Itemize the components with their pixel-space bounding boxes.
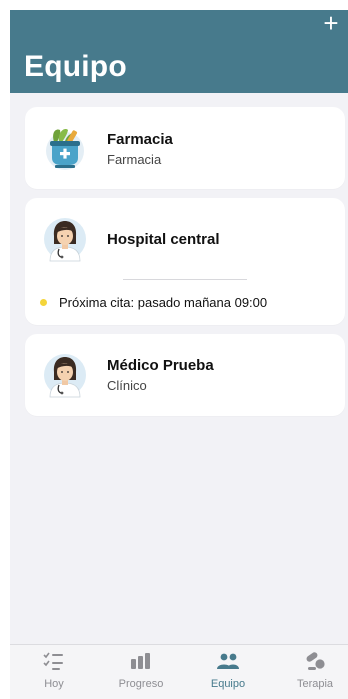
next-appointment: Próxima cita: pasado mañana 09:00 xyxy=(59,295,268,310)
tab-label: Equipo xyxy=(210,678,246,690)
add-button[interactable]: + xyxy=(320,10,342,36)
tab-label: Hoy xyxy=(44,678,64,690)
team-icon xyxy=(217,653,239,669)
card-name: Médico Prueba xyxy=(107,357,214,374)
team-card-medico-prueba[interactable]: Médico Prueba Clínico xyxy=(25,334,345,416)
card-subtitle: Farmacia xyxy=(107,152,162,167)
pharmacy-icon xyxy=(46,129,84,170)
tab-bar: Hoy Progreso Equipo Terapia xyxy=(10,644,348,699)
tab-equipo[interactable]: Equipo xyxy=(186,645,270,699)
doctor-avatar xyxy=(44,218,86,262)
team-card-hospital-central[interactable]: Hospital central Próxima cita: pasado ma… xyxy=(25,198,345,325)
appointment-dot xyxy=(40,299,47,306)
app-screen: Equipo + Farmacia Farmacia Hospital cent… xyxy=(10,10,348,699)
tab-label: Terapia xyxy=(296,678,334,690)
tab-label: Progreso xyxy=(118,678,164,690)
card-subtitle: Clínico xyxy=(107,378,147,393)
divider xyxy=(123,279,247,280)
doctor-avatar xyxy=(44,354,86,398)
team-card-farmacia[interactable]: Farmacia Farmacia xyxy=(25,107,345,189)
tab-hoy[interactable]: Hoy xyxy=(12,645,96,699)
card-name: Hospital central xyxy=(107,231,220,248)
pills-icon xyxy=(306,652,325,670)
bar-chart-icon xyxy=(131,653,150,669)
card-name: Farmacia xyxy=(107,131,173,148)
tab-terapia[interactable]: Terapia xyxy=(273,645,348,699)
tab-progreso[interactable]: Progreso xyxy=(99,645,183,699)
header: Equipo + xyxy=(10,10,348,93)
checklist-icon xyxy=(43,652,63,670)
page-title: Equipo xyxy=(24,50,127,83)
